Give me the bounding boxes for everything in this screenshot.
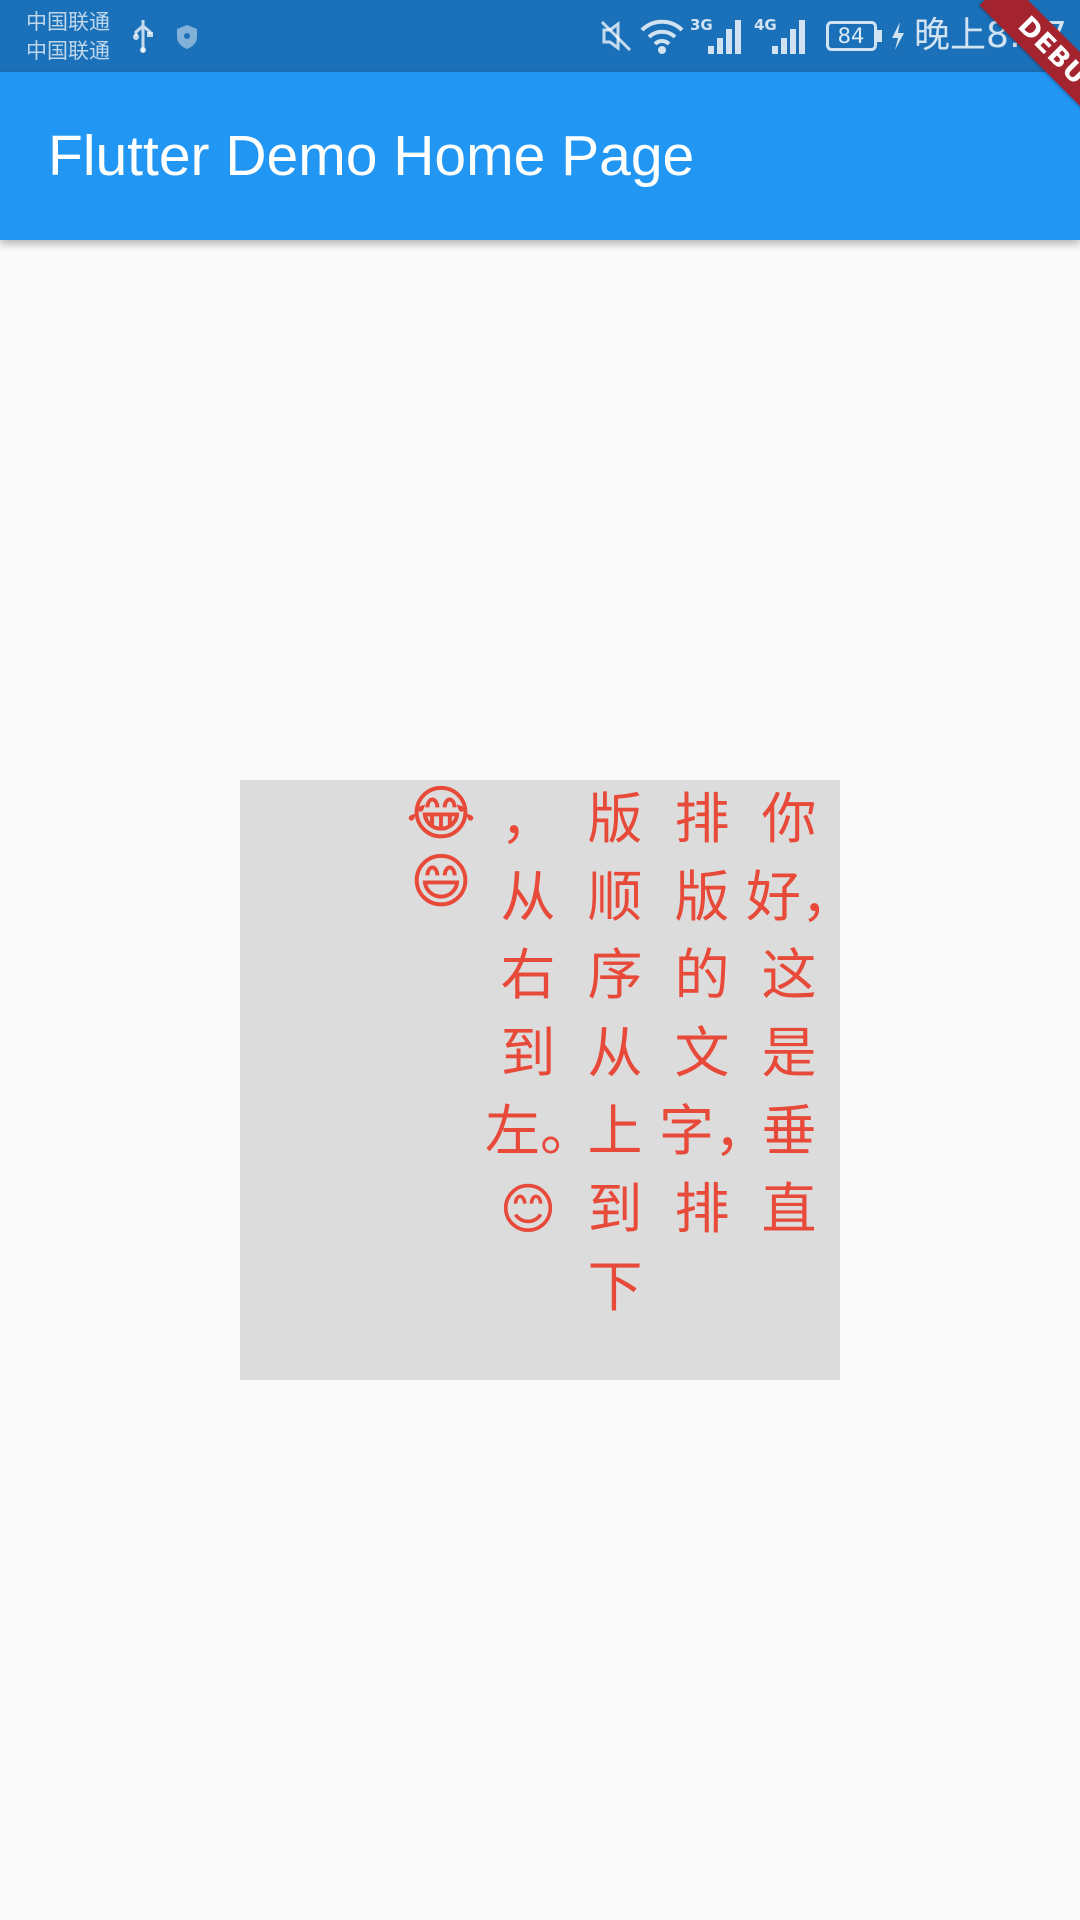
vertical-text-box: 你好，这是垂直 排版的文字，排 版顺序从上到下 ，从右到左。😊 😂😄	[240, 779, 857, 1380]
battery-level: 84	[837, 24, 865, 48]
carrier-info: 中国联通 中国联通	[26, 8, 110, 66]
charging-icon	[892, 22, 904, 50]
vertical-text-column-3: 版顺序从上到下	[587, 787, 643, 1319]
shield-icon	[177, 25, 197, 49]
status-bar: 中国联通 中国联通 3G 4G 84 晚上8:17	[0, 0, 1080, 72]
mute-icon	[600, 20, 632, 52]
usb-icon	[133, 20, 153, 53]
app-bar: Flutter Demo Home Page	[0, 72, 1080, 240]
vertical-text-column-4: ，从右到左。😊	[485, 787, 596, 1241]
page-title: Flutter Demo Home Page	[48, 124, 695, 188]
signal-strength-icon-2	[772, 20, 805, 54]
carrier-label-1: 中国联通	[26, 10, 110, 34]
wifi-icon	[640, 19, 684, 54]
signal-strength-icon	[708, 20, 741, 54]
vertical-text-column-1: 你好，这是垂直	[746, 787, 857, 1241]
vertical-text-column-2: 排版的文字，排	[659, 787, 770, 1241]
carrier-label-2: 中国联通	[26, 39, 110, 63]
vertical-text-column-5: 😂😄	[405, 779, 477, 917]
